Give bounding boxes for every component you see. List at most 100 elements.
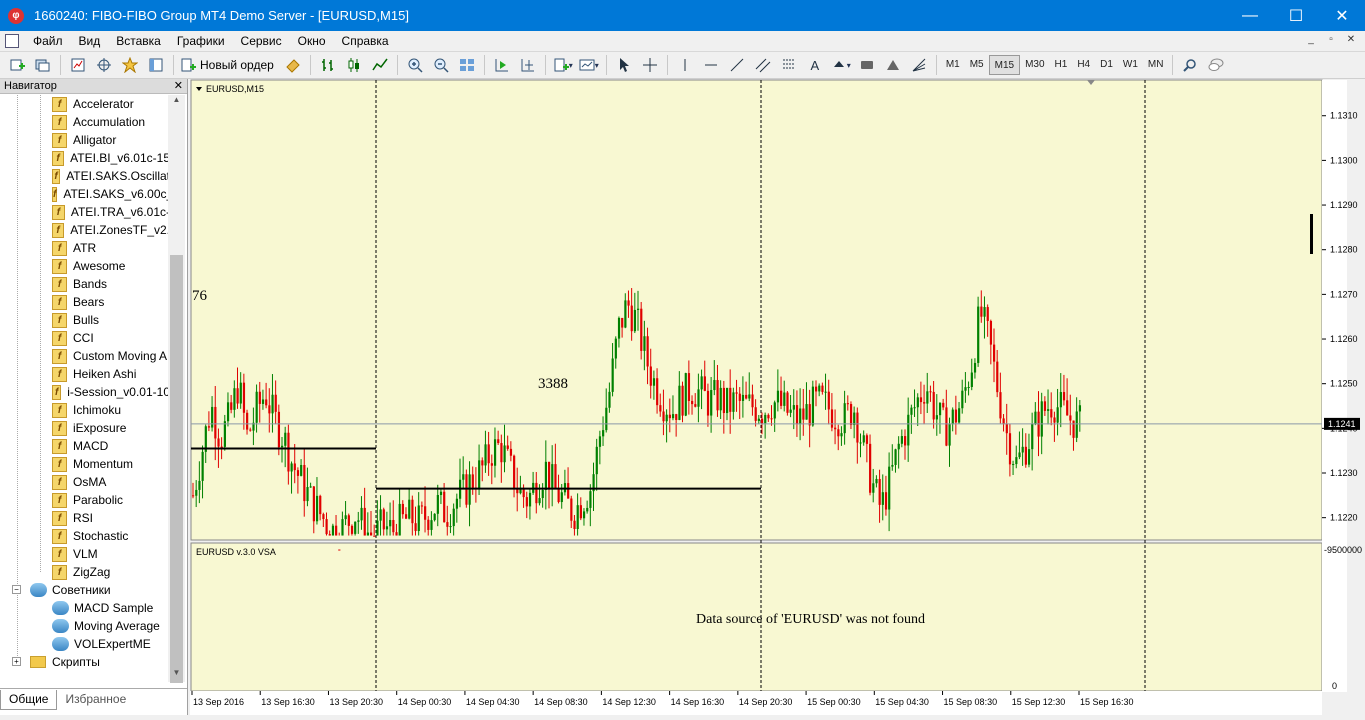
bear-candle[interactable] (471, 474, 474, 488)
bull-candle[interactable] (201, 451, 204, 481)
bear-candle[interactable] (382, 509, 385, 530)
bull-candle[interactable] (602, 430, 605, 437)
bear-candle[interactable] (548, 461, 551, 490)
tree-item-indicator[interactable]: f Bands (0, 275, 170, 293)
bear-candle[interactable] (1024, 446, 1027, 465)
bear-candle[interactable] (554, 464, 557, 489)
bull-candle[interactable] (900, 436, 904, 444)
bear-candle[interactable] (1072, 420, 1075, 438)
chart-scrollbar[interactable] (1347, 79, 1365, 715)
bear-candle[interactable] (265, 399, 268, 406)
menu-charts[interactable]: Графики (169, 34, 233, 48)
bull-candle[interactable] (913, 407, 916, 409)
bear-candle[interactable] (849, 404, 853, 426)
bear-candle[interactable] (509, 448, 513, 456)
bear-candle[interactable] (932, 391, 935, 420)
bull-candle[interactable] (684, 373, 687, 416)
timeframe-d1[interactable]: D1 (1095, 55, 1118, 75)
tree-item-expert[interactable]: MACD Sample (0, 599, 170, 617)
bull-candle[interactable] (697, 389, 700, 407)
tree-item-expert[interactable]: Moving Average (0, 617, 170, 635)
bull-candle[interactable] (366, 532, 370, 536)
bull-candle[interactable] (678, 385, 681, 420)
bear-candle[interactable] (535, 482, 538, 504)
bull-candle[interactable] (665, 414, 668, 422)
tree-item-indicator[interactable]: f OsMA (0, 473, 170, 491)
bear-candle[interactable] (942, 402, 945, 408)
bear-candle[interactable] (681, 385, 684, 416)
bull-candle[interactable] (894, 449, 897, 465)
tree-item-indicator[interactable]: f Ichimoku (0, 401, 170, 419)
minimize-button[interactable]: — (1227, 0, 1273, 31)
menu-view[interactable]: Вид (71, 34, 109, 48)
bear-candle[interactable] (706, 390, 710, 416)
bear-candle[interactable] (945, 407, 948, 446)
bear-candle[interactable] (1053, 417, 1056, 423)
bull-candle[interactable] (223, 421, 226, 447)
timeframe-m5[interactable]: M5 (965, 55, 989, 75)
tree-item-indicator[interactable]: f Accumulation (0, 113, 170, 131)
bear-candle[interactable] (370, 532, 373, 536)
bull-candle[interactable] (1059, 392, 1062, 408)
bear-candle[interactable] (443, 491, 446, 523)
bull-candle[interactable] (799, 408, 802, 425)
bear-candle[interactable] (1066, 400, 1069, 416)
bear-candle[interactable] (646, 336, 649, 367)
arrows-tool-icon[interactable]: ▾ (830, 54, 852, 76)
bull-candle[interactable] (958, 408, 961, 423)
bear-candle[interactable] (856, 412, 859, 443)
bear-candle[interactable] (980, 306, 983, 317)
tree-item-indicator[interactable]: f Heiken Ashi (0, 365, 170, 383)
bull-candle[interactable] (910, 407, 913, 415)
bear-candle[interactable] (691, 400, 694, 405)
bull-candle[interactable] (614, 338, 617, 359)
close-button[interactable]: ✕ (1319, 0, 1365, 31)
bear-candle[interactable] (249, 429, 252, 431)
horizontal-line-icon[interactable] (700, 54, 722, 76)
bull-candle[interactable] (1027, 449, 1031, 465)
text-tool-icon[interactable]: A (804, 54, 826, 76)
bull-candle[interactable] (748, 394, 751, 399)
tree-item-indicator[interactable]: f ATEI.TRA_v6.01c- (0, 203, 170, 221)
bear-candle[interactable] (821, 385, 824, 392)
indicators-list-icon[interactable]: ▾ (552, 54, 574, 76)
bull-candle[interactable] (700, 376, 703, 390)
bear-candle[interactable] (954, 409, 958, 423)
bull-candle[interactable] (538, 498, 541, 504)
bull-candle[interactable] (897, 443, 900, 450)
bear-candle[interactable] (401, 503, 404, 515)
bear-candle[interactable] (656, 378, 659, 406)
bull-candle[interactable] (888, 466, 891, 510)
chart-window[interactable]: 1.1310 1.1300 1.1290 1.1280 1.1270 1.1260 1.12… (190, 79, 1365, 715)
scroll-down-icon[interactable]: ▼ (168, 668, 185, 682)
bull-candle[interactable] (452, 508, 455, 527)
bear-candle[interactable] (217, 438, 220, 447)
mdi-restore-button[interactable]: ▫ (1323, 33, 1339, 47)
bull-candle[interactable] (652, 378, 656, 386)
bear-candle[interactable] (884, 492, 888, 510)
bull-candle[interactable] (528, 492, 532, 507)
bear-candle[interactable] (350, 525, 354, 534)
bull-candle[interactable] (970, 372, 973, 387)
bear-candle[interactable] (878, 478, 881, 505)
bear-candle[interactable] (989, 320, 993, 345)
scroll-up-icon[interactable]: ▲ (168, 95, 185, 109)
bull-candle[interactable] (385, 526, 389, 530)
bull-candle[interactable] (455, 498, 459, 509)
fibonacci-retracement-icon[interactable] (778, 54, 800, 76)
bull-candle[interactable] (967, 386, 970, 388)
bear-candle[interactable] (735, 392, 738, 394)
bull-candle[interactable] (430, 520, 433, 530)
bull-candle[interactable] (783, 392, 786, 406)
bear-candle[interactable] (347, 515, 350, 526)
bull-candle[interactable] (671, 414, 675, 419)
bear-candle[interactable] (567, 483, 570, 499)
bull-candle[interactable] (341, 519, 344, 536)
bull-candle[interactable] (624, 300, 627, 328)
tree-folder-scripts[interactable]: + Скрипты (0, 653, 170, 671)
bear-candle[interactable] (214, 406, 217, 439)
bear-candle[interactable] (557, 488, 560, 503)
bull-candle[interactable] (271, 394, 274, 414)
bull-candle[interactable] (983, 307, 986, 317)
chart-shift-icon[interactable] (517, 54, 539, 76)
